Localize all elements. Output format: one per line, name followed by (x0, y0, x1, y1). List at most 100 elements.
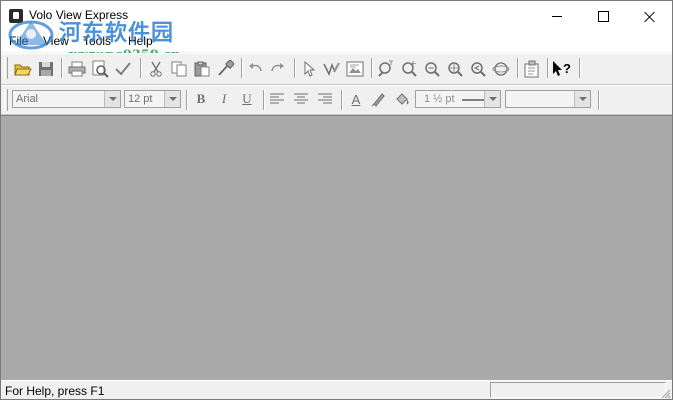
line-style-select[interactable] (505, 90, 591, 108)
toolbar-grip[interactable] (4, 57, 8, 79)
paste-clipboard-icon (194, 61, 210, 77)
format-painter-button[interactable] (214, 58, 236, 80)
maximize-button[interactable] (580, 1, 626, 32)
save-disk-icon (39, 62, 53, 76)
minimize-icon (552, 16, 562, 17)
zoom-extents-icon (448, 62, 463, 77)
app-window: Volo View Express File View Tools Help 河… (0, 0, 673, 400)
toolbar-separator (61, 58, 63, 78)
status-text: For Help, press F1 (5, 384, 105, 398)
formatting-toolbar: Arial 12 pt B I U A 1 ½ pt (1, 85, 672, 115)
close-icon (644, 11, 655, 22)
toolbar-separator (371, 58, 373, 78)
whats-this-help-button[interactable]: ? (551, 58, 573, 80)
chevron-down-icon[interactable] (574, 91, 590, 107)
print-button[interactable] (66, 58, 88, 80)
bold-button[interactable]: B (190, 88, 212, 110)
check-button[interactable] (112, 58, 134, 80)
line-color-button[interactable] (368, 88, 390, 110)
pointer-arrow-icon (304, 61, 316, 77)
watermark-title: 河东软件园 (59, 20, 175, 46)
copy-button[interactable] (168, 58, 190, 80)
zoom-extents-button[interactable] (444, 58, 466, 80)
3d-orbit-button[interactable] (490, 58, 512, 80)
align-center-button[interactable] (290, 88, 312, 110)
scissors-icon (150, 61, 162, 77)
properties-button[interactable] (521, 58, 543, 80)
font-name-value: Arial (16, 93, 39, 105)
redo-button[interactable] (266, 58, 288, 80)
toolbar-separator (186, 90, 188, 110)
maximize-icon (597, 11, 609, 22)
align-center-icon (294, 93, 308, 104)
chevron-down-icon[interactable] (484, 91, 500, 107)
text-color-icon: A (351, 91, 361, 107)
toolbar-separator (263, 90, 265, 110)
font-size-value: 12 pt (128, 93, 153, 105)
zoom-previous-icon (471, 62, 486, 77)
orbit-globe-icon (492, 62, 510, 76)
pan-button[interactable] (467, 58, 489, 80)
toolbar-separator (341, 90, 343, 110)
paste-button[interactable] (191, 58, 213, 80)
checkmark-icon (115, 62, 131, 76)
open-button[interactable] (12, 58, 34, 80)
raster-image-button[interactable] (344, 58, 366, 80)
print-preview-icon (92, 60, 109, 78)
toolbar-grip[interactable] (4, 89, 8, 111)
align-right-icon (318, 93, 332, 104)
zoom-realtime-button[interactable] (375, 58, 397, 80)
close-button[interactable] (626, 1, 672, 32)
zoom-realtime-icon (378, 60, 393, 77)
line-weight-preview (462, 99, 484, 101)
help-pointer-icon: ? (553, 61, 571, 76)
save-button[interactable] (35, 58, 57, 80)
italic-icon: I (221, 91, 227, 106)
toolbar-separator (579, 58, 581, 78)
line-weight-select[interactable]: 1 ½ pt (415, 90, 501, 108)
print-preview-button[interactable] (89, 58, 111, 80)
undo-icon (249, 63, 262, 72)
minimize-button[interactable] (534, 1, 580, 32)
fill-color-button[interactable] (391, 88, 413, 110)
toolbar-separator (294, 58, 296, 78)
zoom-out-button[interactable] (421, 58, 443, 80)
align-right-button[interactable] (314, 88, 336, 110)
redline-markup-icon (323, 62, 340, 76)
chevron-down-icon[interactable] (104, 91, 120, 107)
toolbar-separator (598, 90, 600, 110)
chevron-down-icon[interactable] (164, 91, 180, 107)
paintbrush-icon (218, 60, 234, 76)
underline-icon: U (242, 91, 252, 106)
bold-icon: B (196, 91, 206, 106)
paint-bucket-icon (396, 93, 409, 105)
status-pane (490, 382, 666, 398)
cut-button[interactable] (145, 58, 167, 80)
zoom-in-button[interactable] (398, 58, 420, 80)
redline-button[interactable] (321, 58, 343, 80)
properties-icon (524, 60, 539, 78)
image-icon (346, 61, 364, 77)
select-button[interactable] (298, 58, 320, 80)
undo-button[interactable] (245, 58, 267, 80)
font-size-select[interactable]: 12 pt (124, 90, 181, 108)
text-color-button[interactable]: A (345, 88, 367, 110)
italic-button[interactable]: I (213, 88, 235, 110)
underline-button[interactable]: U (236, 88, 258, 110)
svg-text:?: ? (563, 61, 571, 76)
open-folder-icon (14, 64, 32, 76)
standard-toolbar: ? (1, 53, 672, 85)
toolbar-separator (241, 58, 243, 78)
line-weight-value: 1 ½ pt (424, 93, 455, 105)
align-left-button[interactable] (266, 88, 288, 110)
align-left-icon (270, 93, 284, 104)
printer-icon (68, 61, 86, 77)
toolbar-separator (517, 58, 519, 78)
resize-grip-icon[interactable] (661, 389, 671, 399)
zoom-in-icon (402, 61, 417, 77)
zoom-out-icon (425, 62, 440, 77)
watermark-logo (8, 20, 54, 50)
drawing-workspace[interactable] (1, 115, 672, 380)
font-name-select[interactable]: Arial (12, 90, 121, 108)
status-bar: For Help, press F1 (1, 380, 672, 399)
